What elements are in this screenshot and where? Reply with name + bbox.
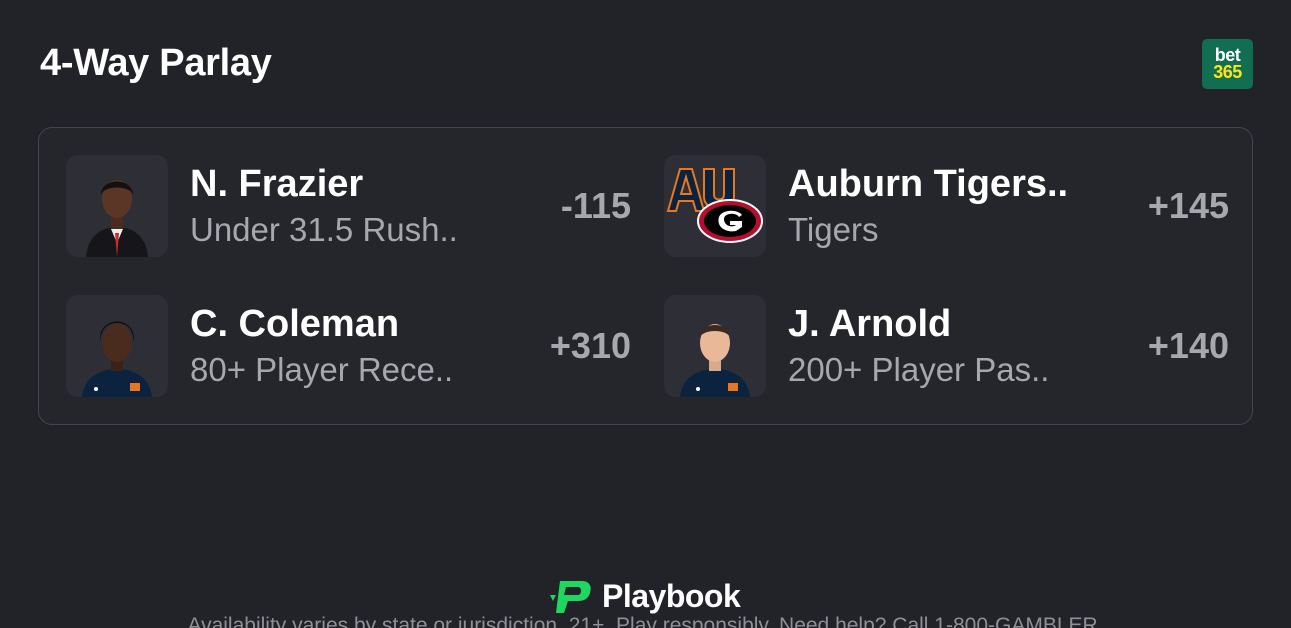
leg-player-name: C. Coleman — [190, 303, 400, 345]
player-headshot — [664, 295, 766, 397]
leg-odds: -115 — [560, 185, 631, 226]
player-headshot — [66, 295, 168, 397]
parlay-leg[interactable]: C. Coleman 80+ Player Rece.. +310 — [66, 295, 631, 397]
legal-disclaimer: Availability varies by state or jurisdic… — [187, 614, 1104, 628]
player-headshot — [66, 155, 168, 257]
team-logos-icon — [664, 155, 766, 257]
leg-odds: +310 — [549, 325, 631, 366]
playbook-brand[interactable]: Playbook — [548, 578, 741, 615]
parlay-legs-card: N. Frazier Under 31.5 Rush.. -115 Auburn… — [38, 127, 1253, 425]
page-title: 4-Way Parlay — [40, 42, 272, 84]
leg-player-name: N. Frazier — [190, 163, 364, 205]
leg-description: Tigers — [788, 211, 879, 248]
leg-odds: +140 — [1147, 325, 1229, 366]
leg-description: 80+ Player Rece.. — [190, 351, 454, 388]
parlay-leg[interactable]: J. Arnold 200+ Player Pas.. +140 — [664, 295, 1229, 397]
parlay-widget: 4-Way Parlay bet 365 N. Frazier Under 31… — [0, 0, 1291, 628]
sportsbook-logo[interactable]: bet 365 — [1202, 39, 1253, 89]
sportsbook-logo-line2: 365 — [1213, 62, 1242, 82]
leg-description: Under 31.5 Rush.. — [190, 211, 458, 248]
leg-odds: +145 — [1147, 185, 1229, 226]
playbook-p-icon — [550, 580, 591, 613]
parlay-leg[interactable]: Auburn Tigers.. Tigers +145 — [664, 155, 1229, 257]
leg-player-name: J. Arnold — [788, 303, 952, 345]
leg-team-name: Auburn Tigers.. — [788, 163, 1069, 205]
parlay-leg[interactable]: N. Frazier Under 31.5 Rush.. -115 — [66, 155, 631, 257]
playbook-brand-text: Playbook — [602, 578, 741, 614]
leg-description: 200+ Player Pas.. — [788, 351, 1050, 388]
